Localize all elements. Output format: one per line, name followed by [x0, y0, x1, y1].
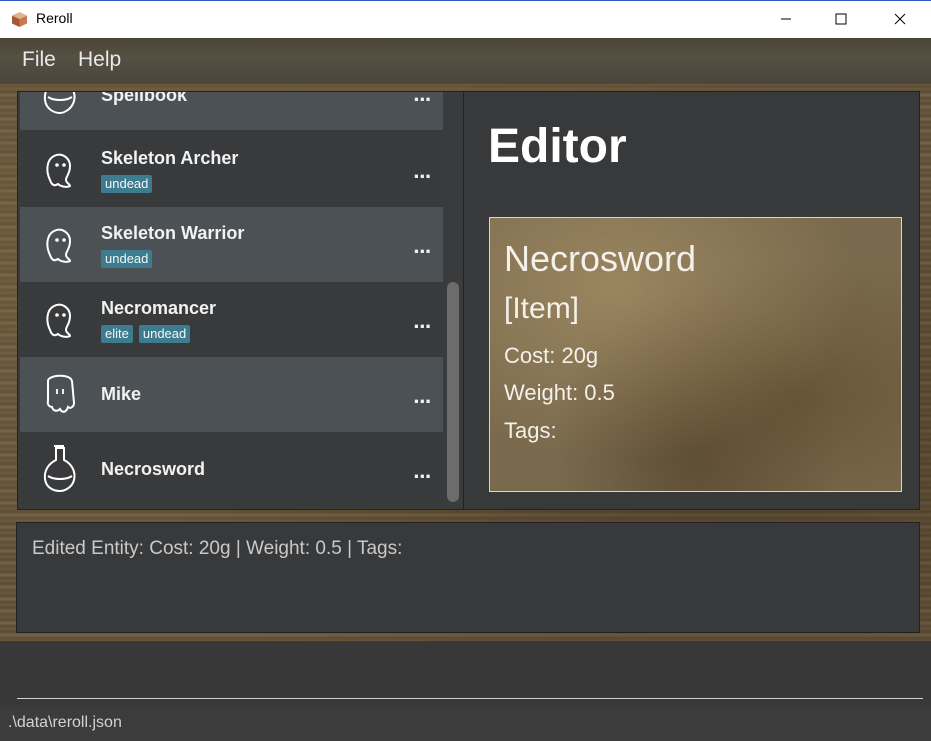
tag-list: undead: [101, 250, 153, 268]
entity-detail-type: [Item]: [504, 292, 580, 325]
editor-panel: Editor Necrosword [Item] Cost: 20g Weigh…: [463, 91, 920, 510]
list-item[interactable]: Skeleton Warrior undead ...: [20, 207, 443, 282]
menu-file[interactable]: File: [22, 48, 56, 72]
entity-menu-button[interactable]: ...: [413, 462, 431, 483]
list-scrollbar-thumb[interactable]: [447, 282, 459, 502]
tag-badge: elite: [101, 325, 133, 343]
menu-help[interactable]: Help: [78, 48, 121, 72]
entity-menu-button[interactable]: ...: [413, 92, 431, 106]
entity-name: Mike: [101, 384, 142, 404]
list-item[interactable]: Mike ...: [20, 357, 443, 432]
entity-detail-tags: Tags:: [504, 418, 557, 443]
entity-name: Necrosword: [101, 459, 206, 479]
status-bar: .\data\reroll.json: [0, 705, 931, 741]
ghost-icon: [46, 153, 72, 188]
maximize-icon: [835, 13, 847, 25]
tag-list: elite undead: [101, 325, 191, 343]
entity-name: Spellbook: [101, 91, 188, 105]
tag-list: undead: [101, 175, 153, 193]
entity-list[interactable]: Spellbook ... Skeleton Archer undead ...…: [17, 91, 465, 510]
list-item[interactable]: Spellbook ...: [20, 91, 443, 130]
minimize-icon: [781, 18, 791, 20]
entity-menu-button[interactable]: ...: [413, 162, 431, 183]
entity-detail-cost: Cost: 20g: [504, 343, 599, 368]
title-bar: Reroll: [0, 0, 931, 38]
entity-name: Necromancer: [101, 298, 217, 318]
entity-name: Skeleton Archer: [101, 148, 239, 168]
potion-icon: [43, 92, 76, 115]
potion-icon: [43, 445, 76, 493]
list-item[interactable]: Necrosword ...: [20, 432, 443, 507]
list-item[interactable]: Necromancer elite undead ...: [20, 282, 443, 357]
entity-menu-button[interactable]: ...: [413, 387, 431, 408]
close-button[interactable]: [877, 1, 923, 37]
window-title: Reroll: [36, 10, 73, 26]
app-cube-icon: [12, 12, 27, 27]
entity-detail-weight: Weight: 0.5: [504, 380, 615, 405]
entity-menu-button[interactable]: ...: [413, 237, 431, 258]
tag-badge: undead: [138, 325, 191, 343]
entity-menu-button[interactable]: ...: [413, 312, 431, 333]
entity-detail-card: Necrosword [Item] Cost: 20g Weight: 0.5 …: [489, 217, 902, 492]
save-location: .\data\reroll.json: [8, 714, 122, 731]
minimize-button[interactable]: [763, 1, 809, 37]
ghost-icon: [46, 303, 72, 338]
result-text: Edited Entity: Cost: 20g | Weight: 0.5 |…: [32, 538, 403, 559]
editor-title: Editor: [488, 120, 627, 173]
maximize-button[interactable]: [818, 1, 864, 37]
tag-badge: undead: [101, 175, 153, 193]
menu-bar: File Help: [0, 38, 931, 88]
list-item[interactable]: Skeleton Archer undead ...: [20, 132, 443, 207]
entity-name: Skeleton Warrior: [101, 223, 245, 243]
close-icon: [894, 13, 906, 25]
command-box: [0, 641, 931, 705]
command-input[interactable]: [17, 641, 923, 699]
entity-detail-name: Necrosword: [504, 238, 697, 279]
ghost-square-icon: [46, 374, 76, 413]
ghost-icon: [46, 228, 72, 263]
result-display: Edited Entity: Cost: 20g | Weight: 0.5 |…: [16, 522, 920, 633]
tag-badge: undead: [101, 250, 153, 268]
